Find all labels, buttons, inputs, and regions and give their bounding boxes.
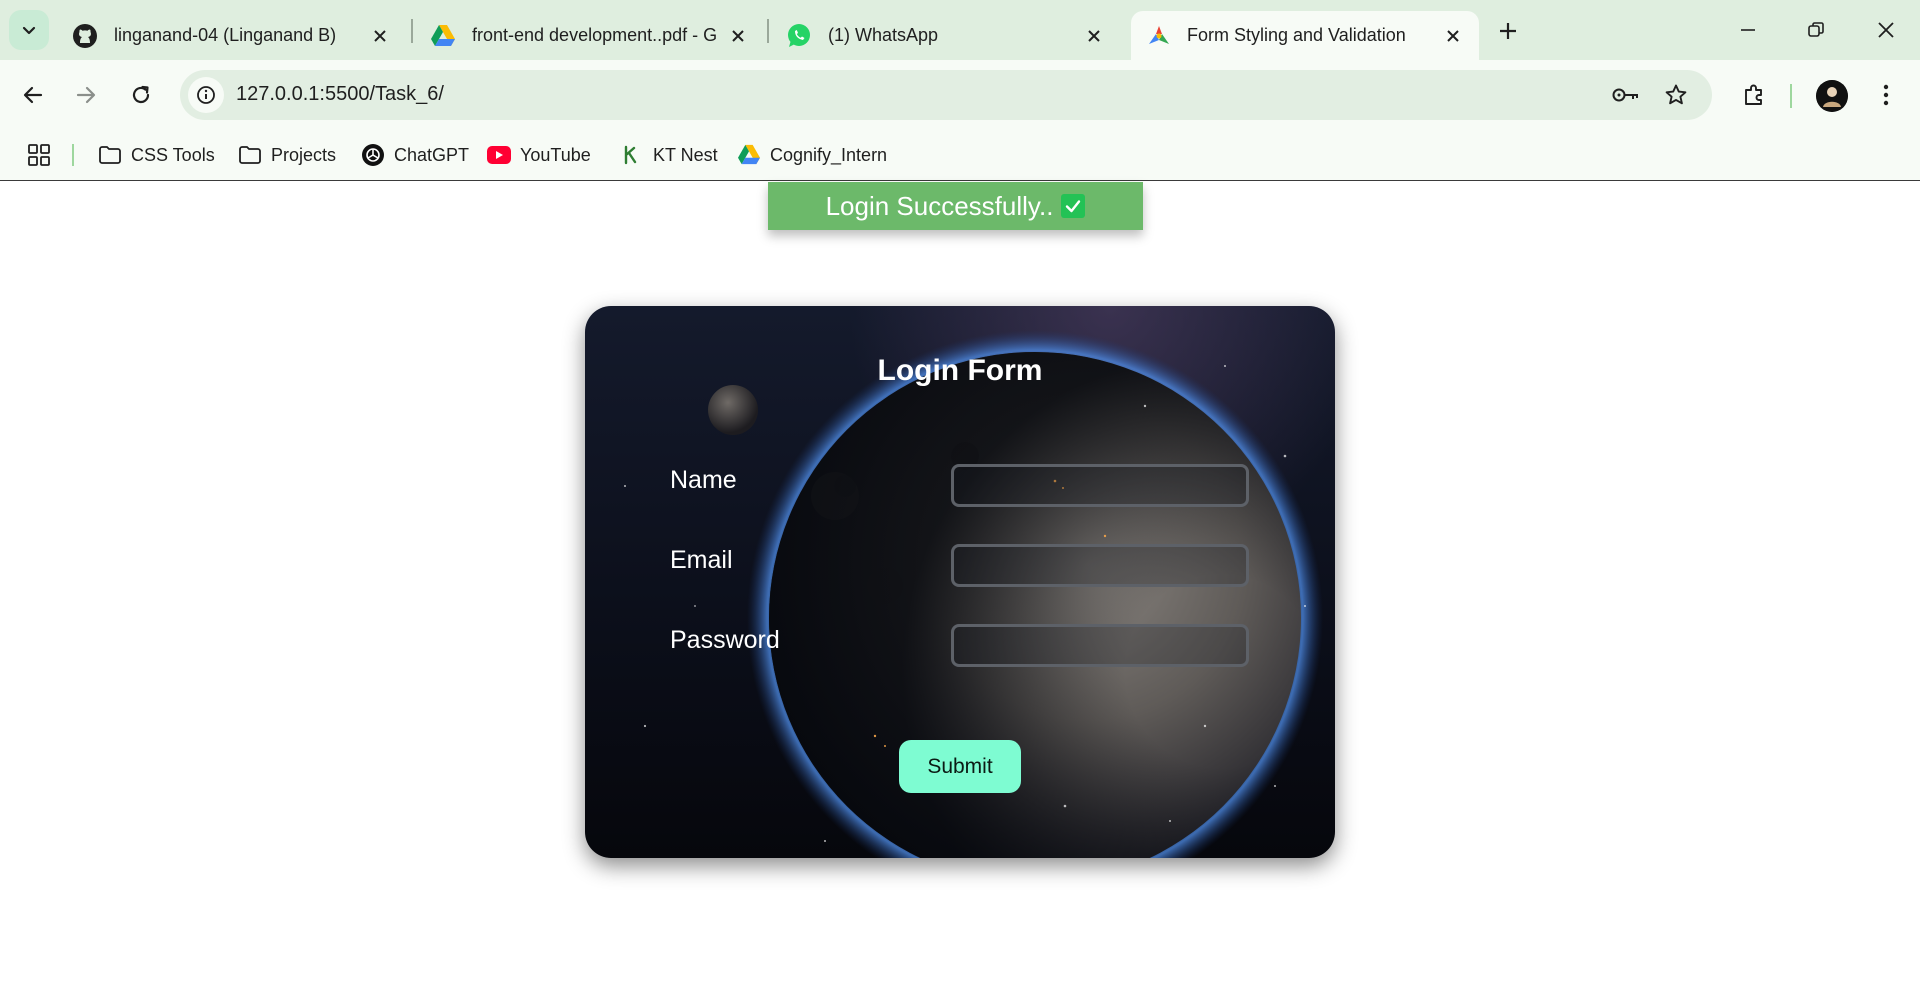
folder-icon <box>97 142 123 168</box>
minimize-icon <box>1741 29 1755 31</box>
close-icon[interactable] <box>368 24 392 48</box>
password-label: Password <box>670 626 780 654</box>
bookmark-label: KT Nest <box>653 144 718 165</box>
puzzle-icon <box>1745 84 1762 105</box>
minimize-button[interactable] <box>1726 10 1770 50</box>
vscode-live-icon <box>1149 25 1169 44</box>
bookmark-label: ChatGPT <box>394 144 470 165</box>
bookmark-projects[interactable]: Projects <box>237 138 336 172</box>
close-icon[interactable] <box>1082 24 1106 48</box>
youtube-icon <box>486 142 512 168</box>
site-info-button[interactable] <box>188 77 224 113</box>
bookmark-label: Cognify_Intern <box>770 144 888 165</box>
success-toast: Login Successfully.. <box>768 182 1143 230</box>
tab-divider <box>767 19 769 43</box>
url-text[interactable]: 127.0.0.1:5500/Task_6/ <box>236 83 444 106</box>
bookmark-kt-nest[interactable]: KT Nest <box>619 138 718 172</box>
extensions-button[interactable] <box>1734 75 1774 115</box>
tab-google-drive[interactable]: front-end development..pdf - G <box>414 11 764 60</box>
tab-title: front-end development..pdf - G <box>472 25 716 45</box>
avatar-icon <box>1816 80 1848 112</box>
tab-title: linganand-04 (Linganand B) <box>114 25 337 45</box>
browser-menu-button[interactable] <box>1870 75 1902 115</box>
tab-form-styling[interactable]: Form Styling and Validation <box>1131 11 1479 60</box>
chatgpt-icon <box>360 142 386 168</box>
google-drive-icon <box>736 142 762 168</box>
tab-title: Form Styling and Validation <box>1187 25 1406 45</box>
bookmark-star-button[interactable] <box>1660 79 1692 111</box>
more-vertical-icon <box>1883 84 1889 106</box>
whatsapp-icon <box>788 23 810 47</box>
password-key-button[interactable] <box>1610 79 1642 111</box>
bookmark-chatgpt[interactable]: ChatGPT <box>360 138 469 172</box>
close-icon[interactable] <box>726 24 750 48</box>
arrow-right-icon <box>76 86 96 104</box>
arrow-left-icon <box>23 86 43 104</box>
tab-title: (1) WhatsApp <box>828 25 939 45</box>
bookmark-label: Projects <box>271 144 337 165</box>
google-drive-icon <box>431 24 455 46</box>
browser-chrome: linganand-04 (Linganand B) front-end dev… <box>0 0 1920 181</box>
form-title: Login Form <box>877 354 1043 387</box>
apps-button[interactable] <box>24 140 54 170</box>
name-label: Name <box>670 466 737 494</box>
close-icon <box>1878 22 1894 38</box>
tab-github[interactable]: linganand-04 (Linganand B) <box>56 11 406 60</box>
new-tab-button[interactable] <box>1491 14 1525 48</box>
bookmark-cognify-intern[interactable]: Cognify_Intern <box>736 138 887 172</box>
name-input[interactable] <box>951 464 1249 507</box>
address-bar[interactable]: 127.0.0.1:5500/Task_6/ <box>180 70 1712 120</box>
restore-icon <box>1808 22 1824 37</box>
apps-grid-icon <box>28 144 50 166</box>
star-icon <box>1665 84 1687 105</box>
close-icon[interactable] <box>1441 24 1465 48</box>
tab-strip: linganand-04 (Linganand B) front-end dev… <box>0 0 1920 60</box>
chevron-down-icon <box>22 26 36 35</box>
reload-button[interactable] <box>121 75 161 115</box>
bookmark-label: YouTube <box>520 144 591 165</box>
plus-icon <box>1500 23 1516 39</box>
info-icon <box>197 86 215 104</box>
github-icon <box>73 23 97 48</box>
key-icon <box>1612 88 1638 102</box>
bookmark-divider <box>72 144 74 166</box>
bookmark-youtube[interactable]: YouTube <box>486 138 591 172</box>
submit-button[interactable]: Submit <box>899 740 1021 793</box>
tab-divider <box>411 19 413 43</box>
email-input[interactable] <box>951 544 1249 587</box>
email-label: Email <box>670 546 733 574</box>
kt-nest-icon <box>619 142 645 168</box>
toolbar-divider <box>1790 84 1792 108</box>
login-form-card: Login Form Name Email Password Submit <box>585 306 1335 858</box>
forward-button[interactable] <box>66 75 106 115</box>
restore-button[interactable] <box>1794 10 1838 50</box>
back-button[interactable] <box>13 75 53 115</box>
toast-message: Login Successfully.. <box>825 190 1054 221</box>
reload-icon <box>132 85 150 104</box>
bookmark-label: CSS Tools <box>131 144 215 165</box>
profile-avatar[interactable] <box>1816 80 1848 112</box>
check-icon <box>1061 194 1086 218</box>
tab-search-button[interactable] <box>9 10 49 50</box>
tab-whatsapp[interactable]: (1) WhatsApp <box>770 11 1120 60</box>
close-window-button[interactable] <box>1864 10 1908 50</box>
browser-toolbar: 127.0.0.1:5500/Task_6/ <box>0 60 1920 130</box>
bookmarks-bar: CSS Tools Projects ChatGPT YouTube KT Ne… <box>0 130 1920 180</box>
bookmark-css-tools[interactable]: CSS Tools <box>97 138 215 172</box>
folder-icon <box>237 142 263 168</box>
password-input[interactable] <box>951 624 1249 667</box>
